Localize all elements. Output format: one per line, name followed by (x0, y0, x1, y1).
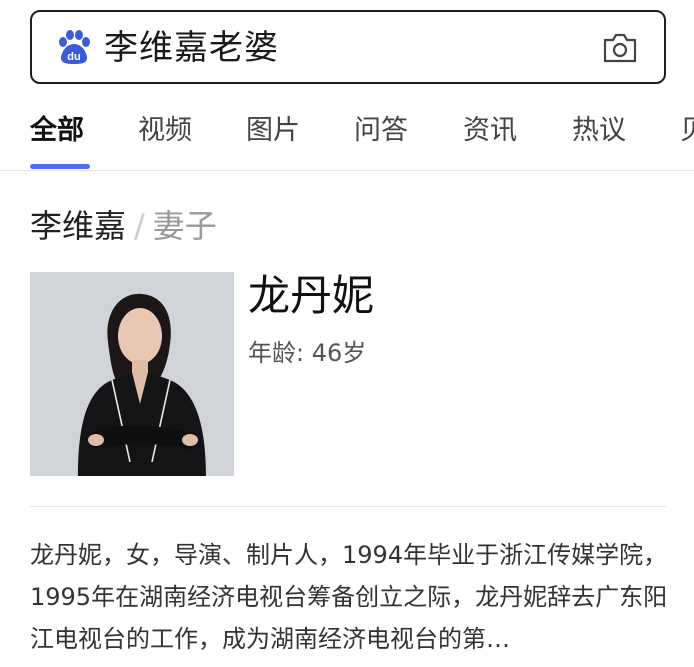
breadcrumb-relation: 妻子 (152, 207, 217, 245)
breadcrumb-separator: / (134, 207, 145, 245)
svg-text:du: du (67, 51, 80, 63)
age-line: 年龄: 46岁 (248, 336, 366, 370)
person-name[interactable]: 龙丹妮 (248, 268, 374, 324)
age-label: 年龄: (248, 339, 305, 367)
tab-hot-discussion[interactable]: 热议 (572, 112, 626, 150)
tab-images[interactable]: 图片 (246, 112, 300, 150)
tab-all[interactable]: 全部 (30, 112, 84, 150)
tab-qa[interactable]: 问答 (354, 112, 408, 150)
active-tab-indicator (30, 164, 90, 169)
divider (30, 506, 666, 507)
camera-icon[interactable] (602, 32, 638, 64)
baidu-paw-icon: du (59, 30, 90, 64)
age-value: 46岁 (311, 339, 367, 367)
tab-news[interactable]: 资讯 (463, 112, 517, 150)
person-photo[interactable] (30, 272, 234, 476)
search-tabs: 全部 视频 图片 问答 资讯 热议 贝 (0, 100, 694, 171)
search-input[interactable]: 李维嘉老婆 (104, 26, 279, 70)
person-description[interactable]: 龙丹妮，女，导演、制片人，1994年毕业于浙江传媒学院，1995年在湖南经济电视… (30, 534, 670, 660)
tab-more[interactable]: 贝 (680, 112, 694, 150)
breadcrumb-subject[interactable]: 李维嘉 (30, 207, 126, 245)
search-box[interactable]: du 李维嘉老婆 (30, 10, 666, 84)
tab-video[interactable]: 视频 (138, 112, 192, 150)
breadcrumb: 李维嘉 / 妻子 (30, 204, 217, 248)
